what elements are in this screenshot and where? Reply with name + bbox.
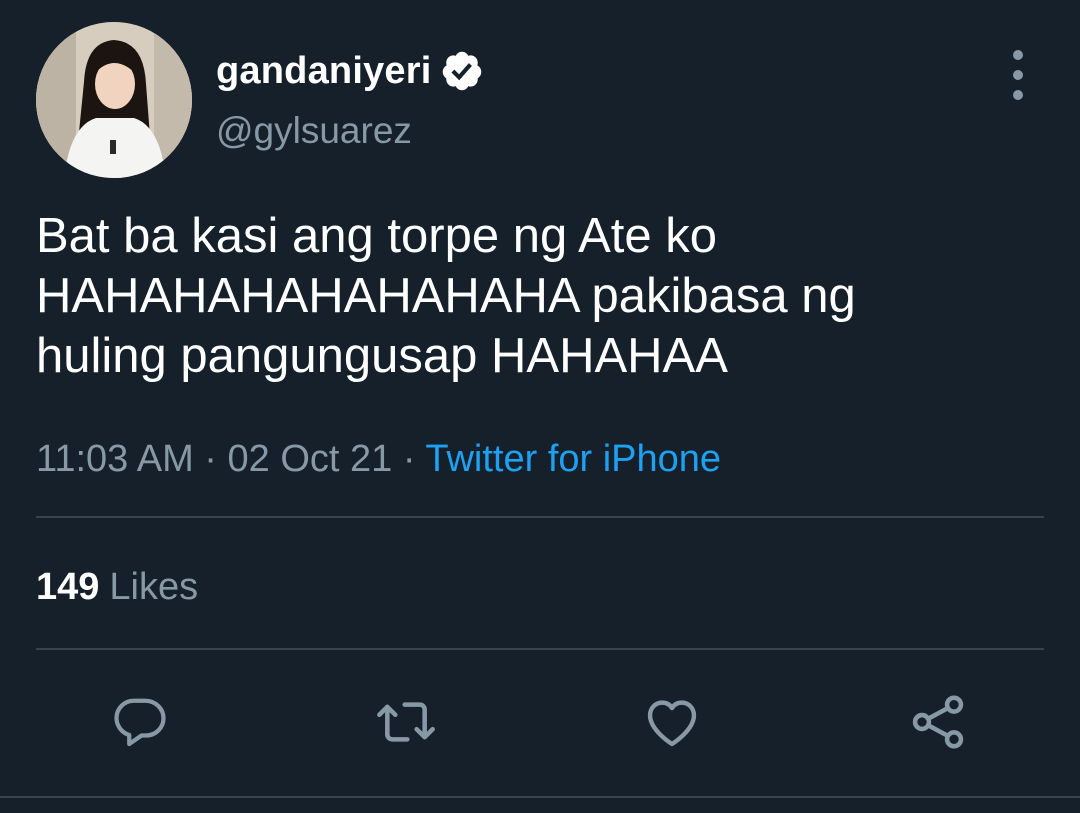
- dot: [1013, 70, 1023, 80]
- tweet-source-link[interactable]: Twitter for iPhone: [425, 438, 721, 480]
- bottom-divider: [0, 796, 1080, 798]
- share-button[interactable]: [906, 690, 970, 754]
- tweet-time: 11:03 AM: [36, 438, 194, 480]
- display-name[interactable]: gandaniyeri: [216, 50, 432, 93]
- retweet-button[interactable]: [374, 690, 438, 754]
- more-options-icon[interactable]: [998, 50, 1038, 100]
- dot: [1013, 50, 1023, 60]
- tweet-text: Bat ba kasi ang torpe ng Ate ko HAHAHAHA…: [36, 206, 1046, 386]
- tweet-text-line: huling pangungusap HAHAHAA: [36, 329, 728, 383]
- meta-separator: ·: [204, 438, 228, 480]
- divider: [36, 516, 1044, 518]
- retweet-icon: [377, 702, 435, 742]
- tweet-text-line: HAHAHAHAHAHAHAHA pakibasa ng: [36, 269, 856, 323]
- meta-separator: ·: [402, 438, 426, 480]
- likes-label: Likes: [109, 566, 199, 608]
- user-handle[interactable]: @gylsuarez: [216, 110, 412, 152]
- tweet-text-line: Bat ba kasi ang torpe ng Ate ko: [36, 209, 718, 263]
- divider: [36, 648, 1044, 650]
- verified-badge-icon: [440, 49, 484, 93]
- dot: [1013, 90, 1023, 100]
- tweet-date: 02 Oct 21: [227, 438, 393, 480]
- author-name-row: gandaniyeri: [216, 46, 484, 96]
- like-button[interactable]: [640, 690, 704, 754]
- share-icon: [912, 695, 964, 749]
- likes-stat[interactable]: 149 Likes: [36, 562, 198, 612]
- likes-count: 149: [36, 566, 100, 608]
- avatar[interactable]: [36, 22, 192, 178]
- like-icon: [647, 700, 697, 747]
- tweet-meta: 11:03 AM · 02 Oct 21 · Twitter for iPhon…: [36, 434, 721, 484]
- avatar-image: [36, 22, 192, 178]
- reply-icon: [114, 698, 166, 747]
- reply-button[interactable]: [108, 690, 172, 754]
